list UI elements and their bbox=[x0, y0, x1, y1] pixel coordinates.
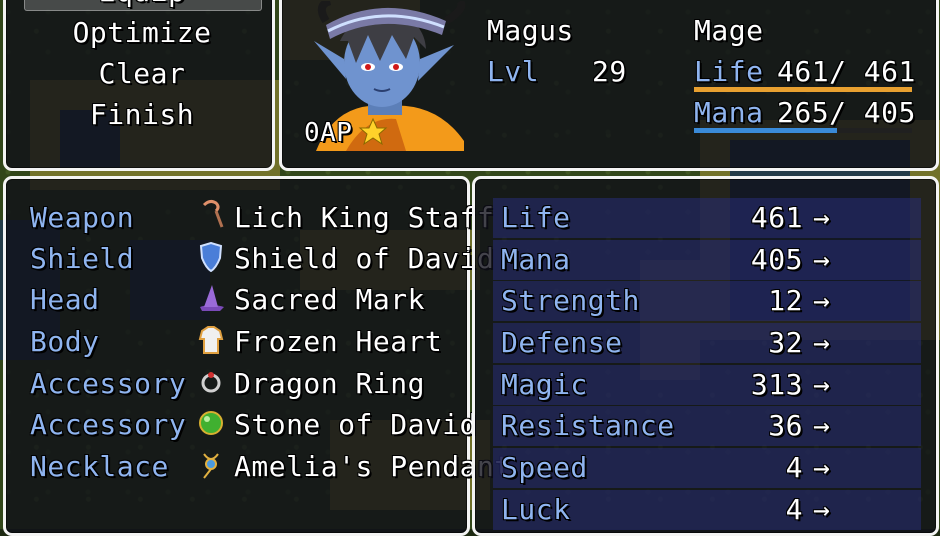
slot-label[interactable]: Necklace bbox=[30, 450, 169, 484]
arrow-right-icon: → bbox=[813, 284, 831, 317]
arrow-right-icon: → bbox=[813, 493, 831, 526]
command-optimize[interactable]: Optimize bbox=[24, 16, 260, 50]
actor-name: Magus bbox=[487, 14, 574, 47]
stat-row: Magic 313 → bbox=[493, 365, 921, 405]
stat-name: Luck bbox=[501, 493, 571, 526]
stat-value: 461 bbox=[750, 201, 803, 234]
stat-value: 405 bbox=[750, 243, 803, 276]
equipment-slot-window: Weapon Lich King Staff Shield Shield of … bbox=[3, 176, 511, 536]
slot-label[interactable]: Body bbox=[30, 325, 99, 359]
equipped-item-name[interactable]: Sacred Mark bbox=[234, 283, 425, 317]
equipped-item-name[interactable]: Frozen Heart bbox=[234, 325, 442, 359]
star-icon bbox=[358, 117, 388, 147]
actor-class: Mage bbox=[694, 14, 764, 47]
command-clear[interactable]: Clear bbox=[24, 57, 260, 91]
stat-value: 32 bbox=[768, 326, 803, 359]
level-label: Lvl bbox=[487, 55, 540, 88]
command-window: Equip Optimize Clear Finish bbox=[3, 0, 275, 171]
parameter-window: Life 461 → Mana 405 → Strength 12 → Defe… bbox=[472, 176, 939, 536]
arrow-right-icon: → bbox=[813, 201, 831, 234]
stat-value: 12 bbox=[768, 284, 803, 317]
stat-row: Luck 4 → bbox=[493, 490, 921, 530]
robe-icon bbox=[198, 325, 224, 355]
slot-label[interactable]: Shield bbox=[30, 242, 134, 276]
arrow-right-icon: → bbox=[813, 368, 831, 401]
mana-gauge bbox=[694, 128, 912, 133]
ring-icon bbox=[198, 367, 224, 397]
equipped-item-name[interactable]: Amelia's Pendant bbox=[234, 450, 512, 484]
equipped-item-name[interactable]: Shield of David bbox=[234, 242, 494, 276]
stat-row: Strength 12 → bbox=[493, 281, 921, 321]
level-value: 29 bbox=[592, 55, 627, 88]
slot-label[interactable]: Accessory bbox=[30, 367, 186, 401]
slot-label[interactable]: Head bbox=[30, 283, 99, 317]
arrow-right-icon: → bbox=[813, 451, 831, 484]
stat-name: Speed bbox=[501, 451, 588, 484]
pendant-icon bbox=[198, 450, 224, 480]
stat-row: Defense 32 → bbox=[493, 323, 921, 363]
green-orb-icon bbox=[198, 408, 224, 438]
command-finish[interactable]: Finish bbox=[24, 98, 260, 132]
life-gauge bbox=[694, 87, 912, 92]
life-value: 461/ 461 bbox=[777, 55, 916, 88]
stat-value: 313 bbox=[750, 368, 803, 401]
slot-label[interactable]: Weapon bbox=[30, 201, 134, 235]
stat-name: Mana bbox=[501, 243, 571, 276]
stat-row: Resistance 36 → bbox=[493, 406, 921, 446]
mana-label: Mana bbox=[694, 96, 764, 129]
staff-icon bbox=[198, 199, 224, 229]
stat-value: 4 bbox=[785, 451, 803, 484]
mana-gauge-fill bbox=[694, 128, 837, 133]
stat-name: Magic bbox=[501, 368, 588, 401]
equipped-item-name[interactable]: Dragon Ring bbox=[234, 367, 425, 401]
stat-name: Strength bbox=[501, 284, 640, 317]
stat-name: Resistance bbox=[501, 409, 675, 442]
arrow-right-icon: → bbox=[813, 326, 831, 359]
stat-row: Speed 4 → bbox=[493, 448, 921, 488]
slot-label[interactable]: Accessory bbox=[30, 408, 186, 442]
stat-row: Mana 405 → bbox=[493, 240, 921, 280]
ap-counter: 0AP bbox=[304, 118, 353, 148]
stat-name: Life bbox=[501, 201, 571, 234]
command-equip[interactable]: Equip bbox=[24, 0, 260, 9]
stat-row: Life 461 → bbox=[493, 198, 921, 238]
actor-status-window: 0AP Magus Lvl 29 Mage Life 461/ 461 Mana… bbox=[279, 0, 939, 171]
life-label: Life bbox=[694, 55, 764, 88]
equipped-item-name[interactable]: Stone of David bbox=[234, 408, 477, 442]
wizard-hat-icon bbox=[198, 283, 224, 313]
stat-value: 4 bbox=[785, 493, 803, 526]
shield-icon bbox=[198, 241, 224, 273]
stat-name: Defense bbox=[501, 326, 623, 359]
equipped-item-name[interactable]: Lich King Staff bbox=[234, 201, 494, 235]
arrow-right-icon: → bbox=[813, 243, 831, 276]
arrow-right-icon: → bbox=[813, 409, 831, 442]
mana-value: 265/ 405 bbox=[777, 96, 916, 129]
life-gauge-fill bbox=[694, 87, 912, 92]
stat-value: 36 bbox=[768, 409, 803, 442]
